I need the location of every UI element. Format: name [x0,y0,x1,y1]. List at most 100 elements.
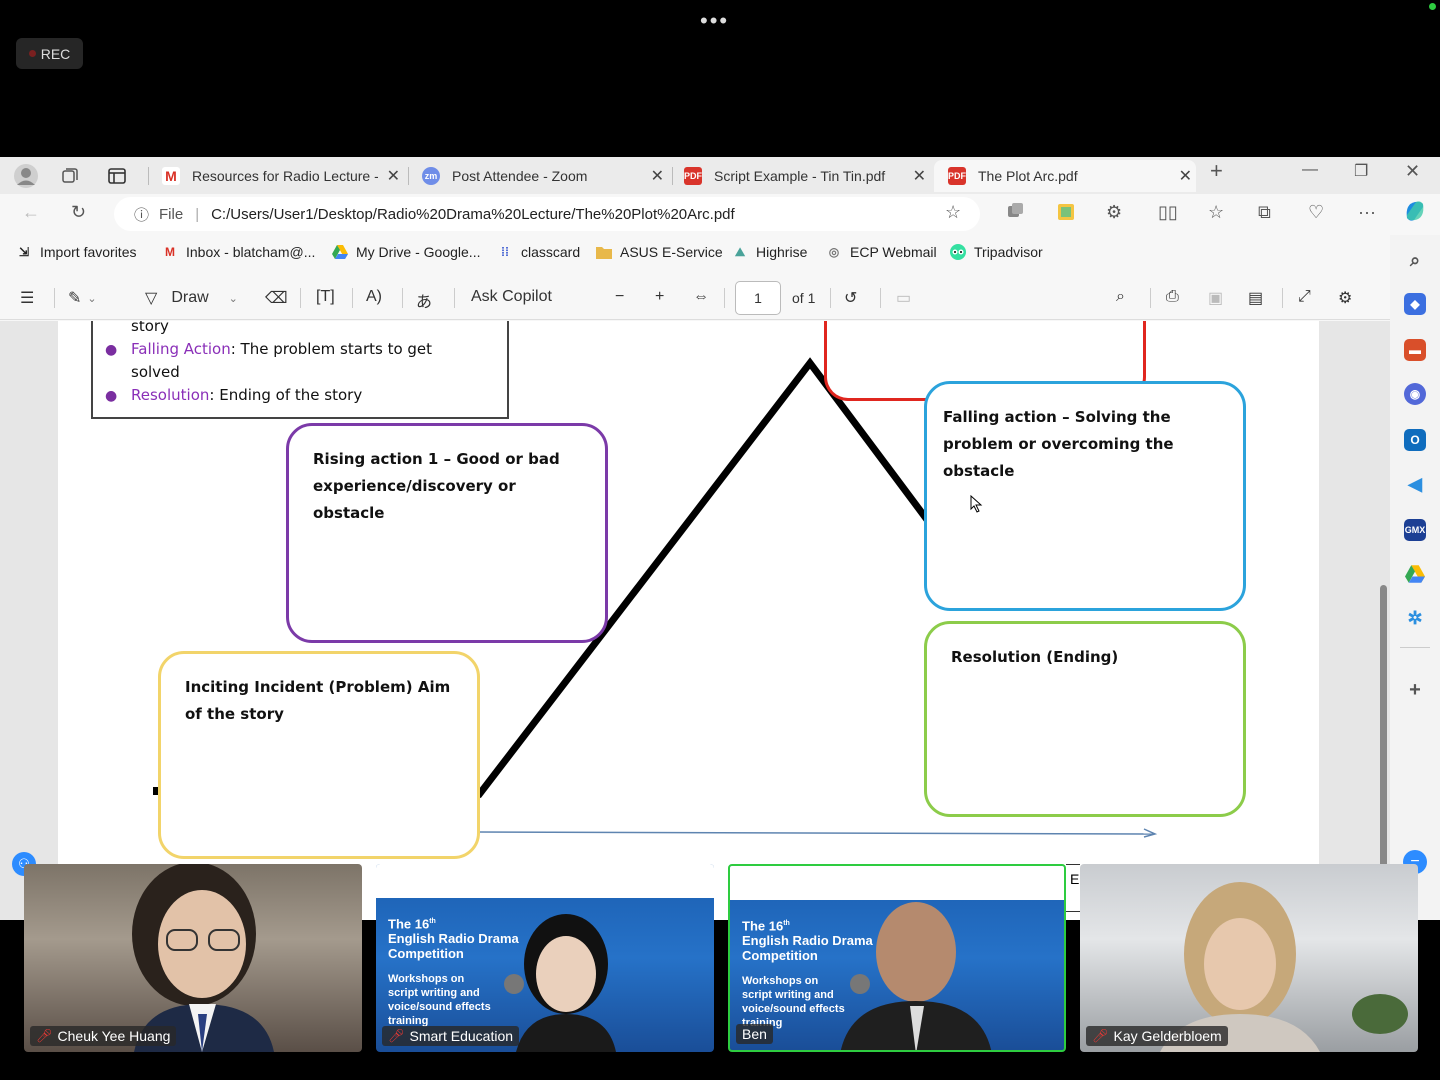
contents-icon[interactable]: ☰ [20,288,34,308]
fav-highrise[interactable]: ⛰ Highrise [732,244,807,260]
close-tab-icon[interactable]: ✕ [913,166,926,186]
rotate-icon[interactable]: ↺ [844,288,857,308]
browser-window: M Resources for Radio Lecture - b ✕ zm P… [0,157,1440,920]
tab-zoom[interactable]: zm Post Attendee - Zoom ✕ [408,160,668,192]
save-icon[interactable]: ▣ [1208,288,1223,308]
resolution-box: Resolution (Ending) [924,621,1246,817]
participant-name-tag: Ben [736,1024,773,1044]
print-icon[interactable]: ⎙ [1166,288,1179,306]
copilot-icon[interactable] [1402,198,1428,229]
address-field[interactable]: ⓘ File | C:/Users/User1/Desktop/Radio%20… [114,197,980,231]
fav-inbox[interactable]: M Inbox - blatcham@... [162,244,315,260]
collections-icon[interactable]: ⧉ [1258,202,1271,223]
notes-extension-icon[interactable] [1056,202,1076,227]
search-icon[interactable]: ⌕ [1116,288,1125,306]
favorites-icon[interactable]: ☆ [1208,202,1224,223]
workspaces-icon[interactable] [54,161,86,191]
fav-label: Tripadvisor [974,244,1043,260]
copilot-app-icon[interactable]: ◉ [1404,383,1426,405]
new-tab-icon[interactable]: + [1210,158,1223,184]
eraser-icon[interactable]: ⌫ [265,288,288,308]
back-icon[interactable]: ← [22,202,40,223]
add-icon[interactable]: + [1404,679,1426,701]
muted-mic-icon: 🎤︎ [1092,1028,1109,1043]
fav-ecp[interactable]: ◎ ECP Webmail [826,244,937,260]
fav-classcard[interactable]: ⁞⁞ classcard [497,244,580,260]
video-tile[interactable]: 🎤︎ Kay Gelderbloem [1080,864,1418,1052]
browser-essentials-icon[interactable]: ♡ [1308,202,1324,223]
fit-width-icon[interactable]: ⇔ [693,288,709,306]
tools-icon[interactable]: ▬ [1404,339,1426,361]
participant-video [840,902,992,1050]
recording-indicator: REC [16,38,83,69]
record-dot-icon [28,50,36,57]
zoom-out-icon[interactable]: − [615,288,624,306]
refresh-icon[interactable]: ↻ [71,202,86,223]
tab-resources[interactable]: M Resources for Radio Lecture - b ✕ [148,160,404,192]
read-aloud-icon[interactable]: A) [366,288,382,306]
close-tab-icon[interactable]: ✕ [651,166,664,186]
search-icon[interactable]: ⌕ [1404,249,1426,271]
outlook-icon[interactable]: O [1404,429,1426,451]
resolution-text: Resolution (Ending) [951,648,1119,666]
pdf-scrollbar[interactable] [1378,445,1388,920]
scheme-label: File [159,205,184,223]
pdf-settings-icon[interactable]: ⚙ [1338,288,1352,308]
highlight-button[interactable]: ✎ ⌄ [68,288,97,308]
video-tile-active-speaker[interactable]: The 16th English Radio Drama Competition… [728,864,1066,1052]
more-options-icon[interactable]: ••• [700,8,729,34]
muted-mic-icon: 🎤︎ [388,1028,405,1043]
video-tile[interactable]: 🎤︎ Cheuk Yee Huang [24,864,362,1052]
pdf-viewport[interactable]: story ● Falling Action: The problem star… [0,321,1390,920]
shopping-tag-icon[interactable]: ◆ [1404,293,1426,315]
tab-label: Resources for Radio Lecture - b [192,168,378,184]
page-view-icon[interactable]: ▭ [896,288,911,308]
participant-video [132,864,274,1052]
extensions-icon[interactable]: ⚙ [1106,202,1122,223]
tab-plot-arc[interactable]: PDF The Plot Arc.pdf ✕ [934,160,1196,192]
gmx-icon[interactable]: GMX [1404,519,1426,541]
draw-button[interactable]: ▽ Draw ⌄ [145,288,238,308]
close-tab-icon[interactable]: ✕ [387,166,400,186]
address-bar-row: ← ↻ ⓘ File | C:/Users/User1/Desktop/Radi… [0,194,1440,234]
split-screen-icon[interactable]: ▯▯ [1158,202,1178,223]
favorite-star-icon[interactable]: ☆ [945,202,961,223]
info-icon[interactable]: ⓘ [134,204,149,225]
ask-copilot-button[interactable]: Ask Copilot [471,288,552,306]
video-tile[interactable]: The 16th English Radio Drama Competition… [376,864,714,1052]
tab-label: The Plot Arc.pdf [978,168,1078,184]
page-number-input[interactable]: 1 [735,281,781,315]
restore-icon[interactable]: ❐ [1354,161,1368,181]
fav-asus[interactable]: ASUS E-Service [596,244,723,260]
fav-import[interactable]: ⇲ Import favorites [16,244,137,260]
close-window-icon[interactable]: ✕ [1405,161,1420,182]
settings-gear-icon[interactable]: ✲ [1404,607,1426,629]
tripadvisor-icon [950,244,966,260]
folder-icon [596,244,612,260]
profile-icon[interactable] [10,161,42,191]
minimize-icon[interactable]: — [1302,161,1318,179]
google-drive-icon[interactable] [1404,563,1426,585]
fav-label: classcard [521,244,581,260]
recording-label: REC [40,45,71,62]
send-icon[interactable]: ◀ [1404,473,1426,495]
fav-drive[interactable]: My Drive - Google... [332,244,480,260]
extension-icon[interactable] [1006,202,1026,225]
participant-video [504,914,616,1052]
tab-script-example[interactable]: PDF Script Example - Tin Tin.pdf ✕ [670,160,930,192]
close-tab-icon[interactable]: ✕ [1179,166,1192,186]
highrise-icon: ⛰ [734,244,746,259]
fullscreen-icon[interactable]: ⤢ [1298,288,1311,306]
mouse-cursor-icon [970,495,983,513]
translate-icon[interactable]: あ [416,288,432,312]
tab-actions-icon[interactable] [101,161,133,191]
text-box-icon[interactable]: [T] [316,288,335,306]
chevron-down-icon: ⌄ [228,292,238,305]
settings-more-icon[interactable]: ··· [1358,202,1376,223]
fav-tripadvisor[interactable]: Tripadvisor [950,244,1043,260]
zoom-in-icon[interactable]: + [655,288,664,306]
participant-name-tag: 🎤︎ Cheuk Yee Huang [30,1026,177,1046]
tab-bar: M Resources for Radio Lecture - b ✕ zm P… [0,157,1440,194]
save-as-icon[interactable]: ▤ [1248,288,1263,308]
participant-name-tag: 🎤︎ Kay Gelderbloem [1086,1026,1228,1046]
